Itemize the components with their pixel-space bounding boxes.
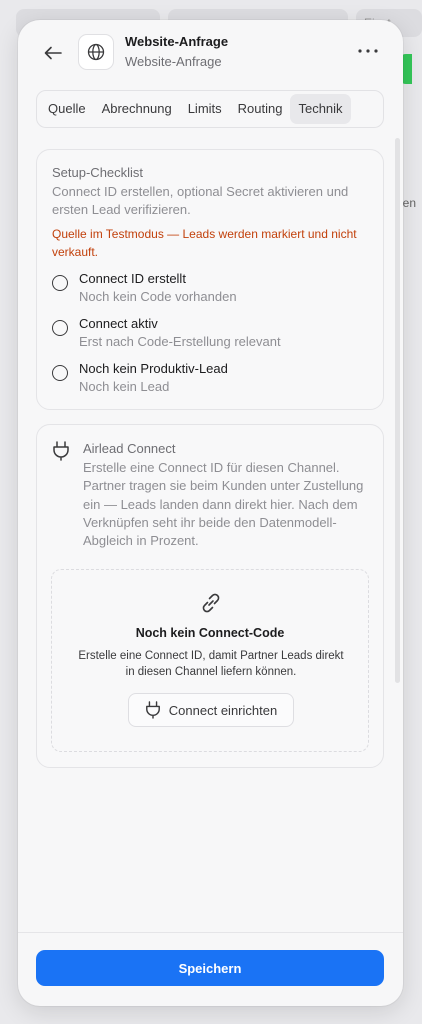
checklist-item-status: Erst nach Code-Erstellung relevant	[79, 334, 281, 349]
more-dots-icon	[358, 49, 378, 53]
link-icon	[202, 593, 220, 613]
tab-technik[interactable]: Technik	[290, 94, 351, 124]
tab-routing[interactable]: Routing	[230, 94, 291, 124]
connect-description: Erstelle eine Connect ID für diesen Chan…	[83, 460, 364, 549]
setup-checklist-card: Setup-Checklist Connect ID erstellen, op…	[36, 149, 384, 410]
unchecked-circle-icon	[52, 365, 68, 381]
tab-limits[interactable]: Limits	[180, 94, 230, 124]
test-mode-warning: Quelle im Testmodus — Leads werden marki…	[52, 227, 357, 259]
back-button[interactable]	[40, 40, 66, 66]
checklist-item: Noch kein Produktiv-Lead Noch kein Lead	[52, 361, 372, 401]
channel-icon	[78, 34, 114, 70]
checklist-item-status: Noch kein Code vorhanden	[79, 289, 237, 304]
checklist-title: Setup-Checklist	[52, 165, 144, 180]
airlead-connect-card: Airlead Connect Erstelle eine Connect ID…	[36, 424, 384, 768]
panel-subtitle: Website-Anfrage	[125, 54, 222, 69]
tab-quelle[interactable]: Quelle	[40, 94, 94, 124]
globe-icon	[87, 43, 105, 61]
connect-setup-label: Connect einrichten	[168, 702, 278, 718]
tab-bar: Quelle Abrechnung Limits Routing Technik	[36, 90, 384, 128]
connect-setup-button[interactable]: Connect einrichten	[128, 693, 294, 727]
unchecked-circle-icon	[52, 275, 68, 291]
checklist-item-label: Connect aktiv	[79, 316, 158, 331]
checklist-item-label: Connect ID erstellt	[79, 271, 186, 286]
save-button[interactable]: Speichern	[36, 950, 384, 986]
checklist-item-label: Noch kein Produktiv-Lead	[79, 361, 228, 376]
unchecked-circle-icon	[52, 320, 68, 336]
scrollbar[interactable]	[395, 138, 400, 683]
empty-state-description: Erstelle eine Connect ID, damit Partner …	[78, 650, 344, 678]
plug-icon	[53, 441, 69, 461]
checklist-item: Connect aktiv Erst nach Code-Erstellung …	[52, 316, 372, 356]
footer-divider	[18, 932, 403, 933]
plug-icon	[145, 701, 160, 719]
checklist-item: Connect ID erstellt Noch kein Code vorha…	[52, 271, 372, 311]
panel-header: Website-Anfrage Website-Anfrage	[18, 20, 403, 90]
empty-state-title: Noch kein Connect-Code	[135, 626, 285, 640]
connect-title: Airlead Connect	[83, 441, 176, 456]
panel-title: Website-Anfrage	[125, 34, 229, 49]
back-arrow-icon	[44, 46, 62, 60]
checklist-description: Connect ID erstellen, optional Secret ak…	[52, 184, 349, 217]
empty-state: Noch kein Connect-Code Erstelle eine Con…	[51, 569, 369, 752]
tab-abrechnung[interactable]: Abrechnung	[94, 94, 180, 124]
channel-panel: Website-Anfrage Website-Anfrage Quelle A…	[18, 20, 403, 1006]
more-options-button[interactable]	[355, 40, 381, 62]
background-text: en	[402, 196, 416, 210]
checklist-item-status: Noch kein Lead	[79, 379, 170, 394]
